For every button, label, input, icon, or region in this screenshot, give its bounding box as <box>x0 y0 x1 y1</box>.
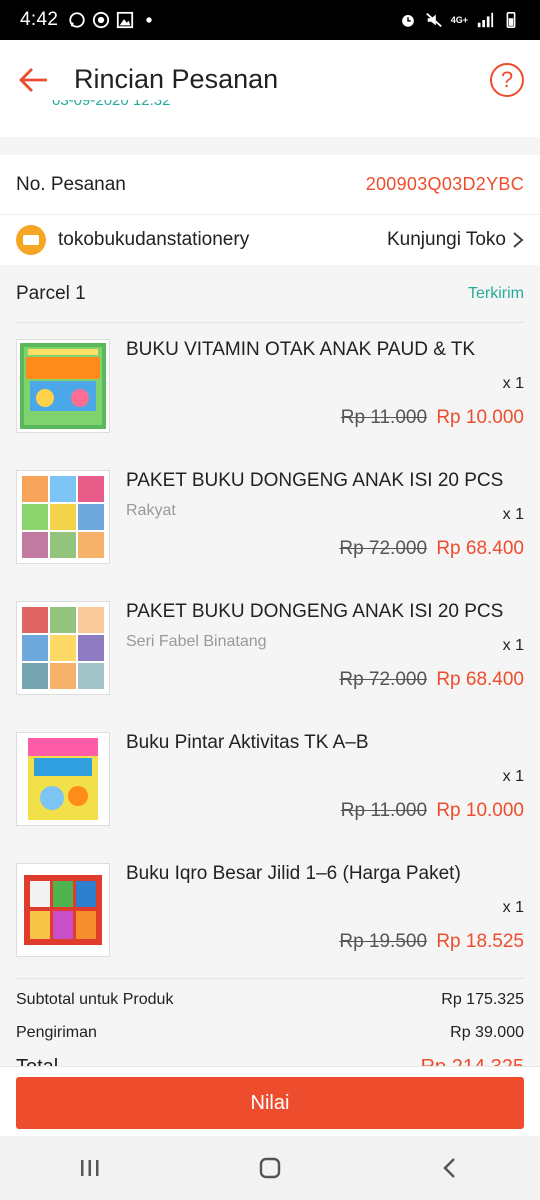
bottom-action-bar: Nilai <box>0 1066 540 1136</box>
total-row: Total Rp 214.325 <box>16 1049 524 1067</box>
parcel-section: Parcel 1 Terkirim BUKU VITAMIN OTAK ANAK… <box>0 265 540 1066</box>
product-item[interactable]: Buku Pintar Aktivitas TK A–B x 1 Rp 11.0… <box>16 716 524 847</box>
subtotal-label: Subtotal untuk Produk <box>16 990 174 1008</box>
product-name: Buku Iqro Besar Jilid 1–6 (Harga Paket) <box>126 863 461 884</box>
product-name: Buku Pintar Aktivitas TK A–B <box>126 732 369 753</box>
gallery-icon <box>117 11 134 29</box>
product-quantity: x 1 <box>502 768 524 785</box>
shipping-label: Pengiriman <box>16 1023 97 1041</box>
order-detail-scroll[interactable]: 03-09-2020 12:32 No. Pesanan 200903Q03D2… <box>0 100 540 1066</box>
product-prices: Rp 72.000 Rp 68.400 <box>339 669 524 691</box>
product-prices: Rp 11.000 Rp 10.000 <box>341 407 524 429</box>
parcel-title: Parcel 1 <box>16 282 86 304</box>
subtotal-row: Subtotal untuk Produk Rp 175.325 <box>16 983 524 1016</box>
recent-apps-icon <box>81 1160 99 1176</box>
shipping-row: Pengiriman Rp 39.000 <box>16 1016 524 1049</box>
order-number-row[interactable]: No. Pesanan 200903Q03D2YBC <box>0 155 540 215</box>
visit-shop-link[interactable]: Kunjungi Toko <box>387 229 524 251</box>
order-number[interactable]: 200903Q03D2YBC <box>366 174 524 195</box>
shipping-value: Rp 39.000 <box>450 1023 524 1041</box>
status-right-icons: 4G+ <box>399 11 520 29</box>
back-button[interactable] <box>16 62 52 98</box>
order-number-label: No. Pesanan <box>16 173 126 195</box>
product-variant: Rakyat <box>126 502 176 519</box>
mute-icon <box>425 13 442 27</box>
original-price: Rp 72.000 <box>339 669 428 690</box>
product-thumbnail <box>16 601 110 695</box>
rate-button[interactable]: Nilai <box>16 1077 524 1129</box>
product-prices: Rp 72.000 Rp 68.400 <box>339 538 524 560</box>
recent-apps-button[interactable] <box>60 1148 120 1188</box>
total-label: Total <box>16 1056 58 1067</box>
whatsapp-icon <box>69 12 85 28</box>
product-variant: Seri Fabel Binatang <box>126 633 267 650</box>
shop-row[interactable]: tokobukudanstationery Kunjungi Toko <box>0 215 540 265</box>
product-quantity: x 1 <box>502 637 524 654</box>
status-bar: 4:42 4G+ <box>0 0 540 40</box>
product-item[interactable]: PAKET BUKU DONGENG ANAK ISI 20 PCS Rakya… <box>16 454 524 585</box>
product-quantity: x 1 <box>502 375 524 392</box>
product-item[interactable]: PAKET BUKU DONGENG ANAK ISI 20 PCS Seri … <box>16 585 524 716</box>
product-prices: Rp 11.000 Rp 10.000 <box>341 800 524 822</box>
system-nav-bar <box>0 1136 540 1200</box>
order-summary: Subtotal untuk Produk Rp 175.325 Pengiri… <box>16 978 524 1066</box>
discounted-price: Rp 68.400 <box>436 538 524 559</box>
product-item[interactable]: Buku Iqro Besar Jilid 1–6 (Harga Paket) … <box>16 847 524 978</box>
page-title: Rincian Pesanan <box>74 64 279 94</box>
status-time: 4:42 <box>20 9 59 30</box>
parcel-header: Parcel 1 Terkirim <box>16 265 524 323</box>
discounted-price: Rp 10.000 <box>436 407 524 428</box>
status-left-icons <box>68 11 158 29</box>
shop-name: tokobukudanstationery <box>58 229 250 250</box>
battery-icon <box>506 11 516 29</box>
product-name: BUKU VITAMIN OTAK ANAK PAUD & TK <box>126 339 476 360</box>
product-thumbnail <box>16 863 110 957</box>
product-name: PAKET BUKU DONGENG ANAK ISI 20 PCS <box>126 470 504 491</box>
discounted-price: Rp 68.400 <box>436 669 524 690</box>
product-prices: Rp 19.500 Rp 18.525 <box>339 931 524 953</box>
previous-date: 03-09-2020 12:32 <box>52 100 171 109</box>
original-price: Rp 11.000 <box>340 800 428 821</box>
arrow-left-icon <box>19 67 47 92</box>
product-thumbnail <box>16 339 110 433</box>
dot-icon <box>146 17 152 23</box>
network-label: 4G+ <box>450 14 468 25</box>
home-icon <box>259 1157 281 1179</box>
product-quantity: x 1 <box>502 506 524 523</box>
chevron-right-icon <box>513 232 524 248</box>
original-price: Rp 19.500 <box>339 931 428 952</box>
total-value: Rp 214.325 <box>421 1056 524 1067</box>
discounted-price: Rp 18.525 <box>436 931 524 952</box>
visit-shop-label: Kunjungi Toko <box>386 229 506 250</box>
product-quantity: x 1 <box>502 899 524 916</box>
original-price: Rp 72.000 <box>339 538 428 559</box>
previous-section: 03-09-2020 12:32 <box>0 100 540 137</box>
signal-icon <box>477 12 494 28</box>
help-button[interactable]: ? <box>490 62 524 97</box>
help-icon: ? <box>500 66 514 92</box>
parcel-status: Terkirim <box>468 284 524 302</box>
product-thumbnail <box>16 732 110 826</box>
product-thumbnail <box>16 470 110 564</box>
original-price: Rp 11.000 <box>340 407 428 428</box>
alarm-icon <box>401 15 414 27</box>
back-nav-button[interactable] <box>420 1148 480 1188</box>
discounted-price: Rp 10.000 <box>436 800 524 821</box>
chevron-left-icon <box>443 1158 455 1178</box>
home-button[interactable] <box>240 1148 300 1188</box>
shop-avatar <box>16 225 46 255</box>
product-name: PAKET BUKU DONGENG ANAK ISI 20 PCS <box>126 601 504 622</box>
record-icon <box>93 11 110 29</box>
product-item[interactable]: BUKU VITAMIN OTAK ANAK PAUD & TK x 1 Rp … <box>16 323 524 454</box>
order-card: No. Pesanan 200903Q03D2YBC tokobukudanst… <box>0 155 540 265</box>
subtotal-value: Rp 175.325 <box>441 990 524 1008</box>
